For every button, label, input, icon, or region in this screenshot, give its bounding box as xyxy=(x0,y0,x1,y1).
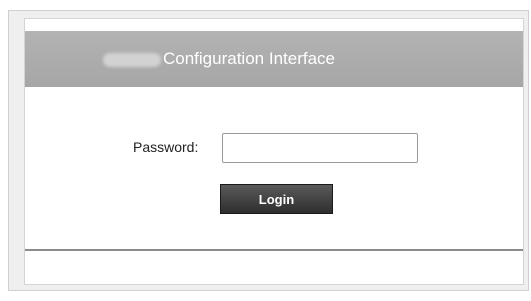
panel-header: Configuration Interface xyxy=(25,31,523,87)
page-title: Configuration Interface xyxy=(163,49,335,68)
password-label: Password: xyxy=(133,139,199,155)
panel-footer xyxy=(25,251,523,284)
password-row: Password: xyxy=(25,133,523,163)
login-panel: Configuration Interface Password: Login xyxy=(24,18,524,285)
login-button[interactable]: Login xyxy=(220,184,333,214)
password-input[interactable] xyxy=(222,133,418,163)
page: Configuration Interface Password: Login xyxy=(0,0,531,301)
redacted-logo xyxy=(103,53,161,67)
